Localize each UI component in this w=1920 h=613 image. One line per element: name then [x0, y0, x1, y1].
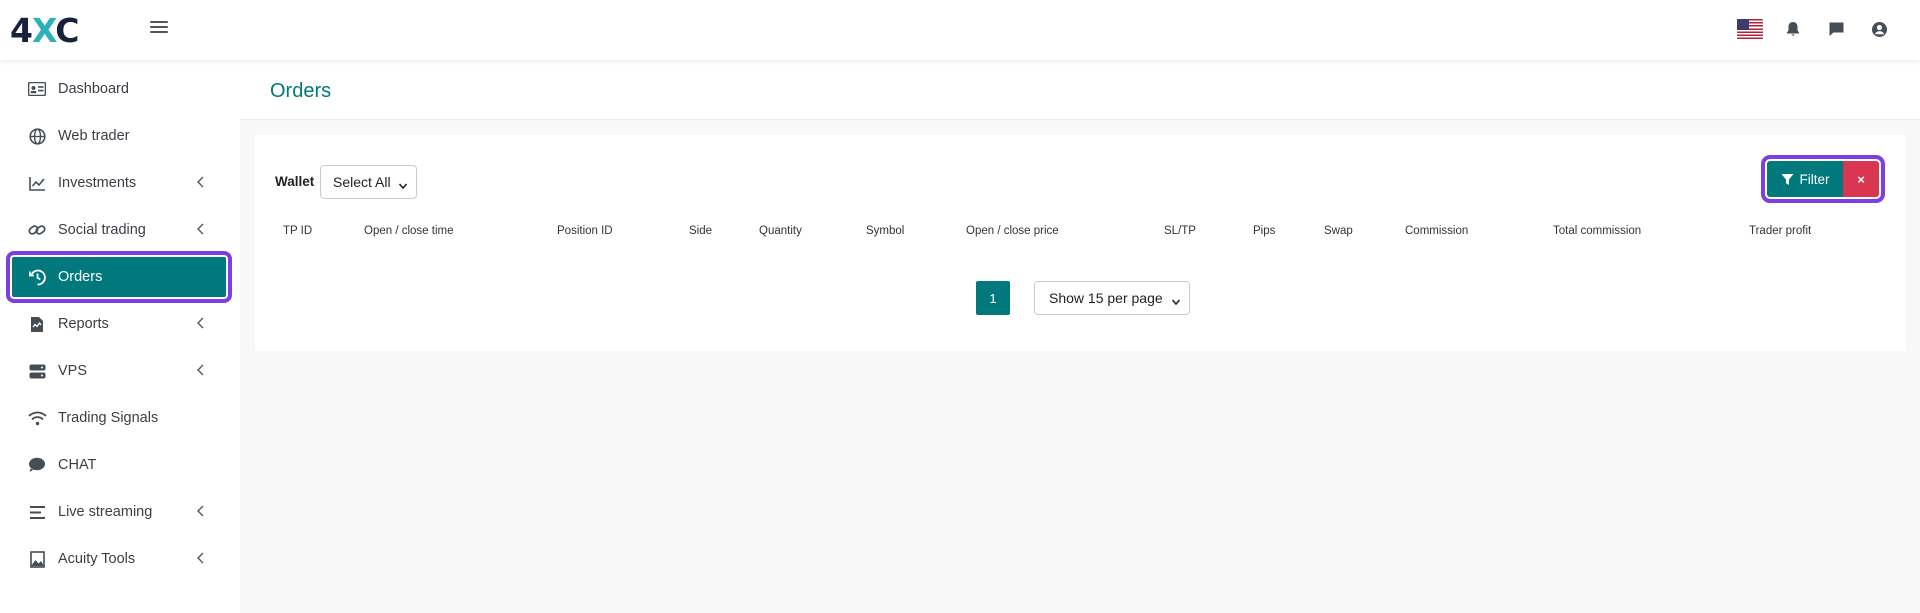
sidebar-item-web-trader[interactable]: Web trader — [12, 116, 226, 156]
stream-lines-icon — [27, 502, 47, 522]
pagination-page-button[interactable]: 1 — [976, 281, 1010, 315]
sidebar-item-label: Acuity Tools — [58, 551, 136, 567]
server-icon — [27, 361, 47, 381]
filter-button[interactable]: Filter — [1767, 161, 1843, 197]
sidebar-item-label: Social trading — [58, 222, 146, 238]
chevron-left-icon — [194, 175, 208, 189]
comment-icon — [27, 455, 47, 475]
hamburger-menu-icon[interactable] — [150, 18, 172, 40]
filter-button-group: Filter × — [1761, 155, 1885, 203]
logo[interactable]: 4XC — [10, 10, 100, 50]
wifi-icon — [27, 408, 47, 428]
page-title: Orders — [270, 80, 332, 102]
sidebar-item-vps[interactable]: VPS — [12, 351, 226, 391]
sidebar-item-investments[interactable]: Investments — [12, 163, 226, 203]
column-header[interactable]: SL/TP — [1164, 225, 1196, 237]
wallet-label: Wallet — [275, 174, 315, 189]
sidebar-item-label: CHAT — [58, 457, 97, 473]
sidebar-item-live-streaming[interactable]: Live streaming — [12, 492, 226, 532]
orders-card: Wallet Select All Filter × TP ID Open / … — [255, 135, 1906, 351]
sidebar-item-label: Trading Signals — [58, 410, 159, 426]
funnel-icon — [1781, 173, 1793, 185]
sidebar-item-dashboard[interactable]: Dashboard — [12, 69, 226, 109]
column-header[interactable]: Total commission — [1553, 225, 1641, 237]
user-circle-icon[interactable] — [1864, 14, 1894, 44]
chevron-left-icon — [194, 316, 208, 330]
top-bar: 4XC — [0, 0, 1920, 60]
report-file-icon — [27, 314, 47, 334]
chevron-left-icon — [194, 551, 208, 565]
filter-button-label: Filter — [1799, 171, 1830, 187]
close-icon: × — [1857, 171, 1865, 187]
chevron-down-icon — [398, 178, 408, 190]
link-icon — [27, 220, 47, 240]
sidebar-item-label: Live streaming — [58, 504, 153, 520]
sidebar: Dashboard Web trader Investments Social … — [0, 60, 240, 613]
history-icon — [27, 267, 47, 287]
sidebar-item-label: Dashboard — [58, 81, 129, 97]
sidebar-item-trading-signals[interactable]: Trading Signals — [12, 398, 226, 438]
column-header[interactable]: Quantity — [759, 225, 802, 237]
column-header[interactable]: Side — [689, 225, 712, 237]
content-header: Orders — [240, 60, 1920, 120]
column-header[interactable]: Open / close time — [364, 225, 453, 237]
column-header[interactable]: Symbol — [866, 225, 904, 237]
chevron-down-icon — [1171, 294, 1181, 306]
column-header[interactable]: Pips — [1253, 225, 1275, 237]
sidebar-item-label: Web trader — [58, 128, 130, 144]
column-header[interactable]: Open / close price — [966, 225, 1059, 237]
per-page-select[interactable]: Show 15 per page — [1034, 281, 1190, 315]
logo-text: 4XC — [10, 10, 79, 50]
column-header[interactable]: Swap — [1324, 225, 1353, 237]
sidebar-item-reports[interactable]: Reports — [12, 304, 226, 344]
column-header[interactable]: Commission — [1405, 225, 1468, 237]
sidebar-item-label: VPS — [58, 363, 88, 379]
chevron-left-icon — [194, 504, 208, 518]
per-page-select-value: Show 15 per page — [1049, 290, 1163, 306]
chevron-left-icon — [194, 222, 208, 236]
us-flag-icon[interactable] — [1735, 14, 1765, 44]
column-header[interactable]: Position ID — [557, 225, 613, 237]
globe-icon — [27, 126, 47, 146]
sidebar-item-social-trading[interactable]: Social trading — [12, 210, 226, 250]
sidebar-item-chat[interactable]: CHAT — [12, 445, 226, 485]
bell-icon[interactable] — [1778, 14, 1808, 44]
wallet-select[interactable]: Select All — [320, 165, 417, 199]
column-header[interactable]: TP ID — [283, 225, 312, 237]
chevron-left-icon — [194, 363, 208, 377]
chat-bubble-icon[interactable] — [1821, 14, 1851, 44]
sidebar-item-orders[interactable]: Orders — [6, 251, 232, 303]
wallet-select-value: Select All — [333, 174, 391, 190]
header-actions — [1722, 14, 1920, 44]
sidebar-item-label: Orders — [58, 269, 103, 285]
line-chart-icon — [27, 173, 47, 193]
image-chart-icon — [27, 549, 47, 569]
sidebar-item-label: Reports — [58, 316, 109, 332]
sidebar-item-acuity-tools[interactable]: Acuity Tools — [12, 539, 226, 579]
id-card-icon — [27, 79, 47, 99]
column-header[interactable]: Trader profit — [1749, 225, 1811, 237]
clear-filter-button[interactable]: × — [1843, 161, 1879, 197]
sidebar-item-label: Investments — [58, 175, 137, 191]
